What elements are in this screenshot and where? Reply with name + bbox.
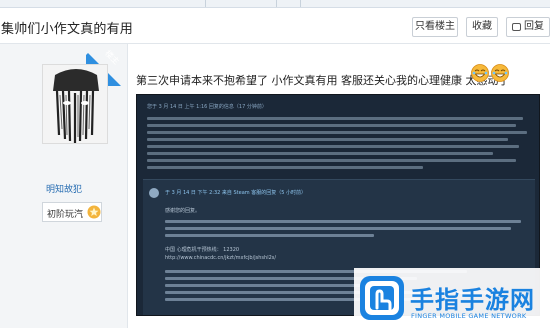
user-level-badge: 初阶玩汽 — [42, 202, 102, 222]
only-op-button[interactable]: 只看楼主 — [412, 17, 458, 37]
support-url-line[interactable]: http://www.chinacdc.cn/jkzt/mxfcjb/jshsh… — [165, 255, 276, 261]
thread-header: 集帅们小作文真的有用 只看楼主 收藏 回复 — [0, 8, 550, 44]
support-reply-greeting: 感谢您的回复。 — [165, 208, 201, 214]
laughing-emoji-icon — [491, 64, 509, 82]
hand-logo-icon — [360, 276, 404, 320]
avatar[interactable] — [42, 64, 108, 144]
steam-logo-icon — [149, 188, 159, 198]
top-tab[interactable] — [300, 0, 360, 7]
top-nav-strip — [0, 0, 550, 8]
avatar-image — [43, 65, 107, 143]
user-info-column: 楼主 明知故犯 初阶玩汽 — [0, 44, 128, 328]
support-reply-paragraph — [165, 220, 525, 241]
watermark-title: 手指手游网 — [410, 286, 535, 314]
ticket-message-header: 您于 3 月 14 日 上午 1:16 回复的信息（17 分钟前） — [147, 104, 267, 110]
reply-button[interactable]: 回复 — [506, 17, 550, 37]
user-name[interactable]: 明知故犯 — [0, 182, 128, 195]
collect-button[interactable]: 收藏 — [466, 17, 498, 37]
support-reply-header: 于 3 月 14 日 下午 2:32 来自 Steam 客服的回复（5 小时前） — [165, 190, 306, 196]
level-title: 初阶玩汽 — [47, 210, 84, 220]
thread-title: 集帅们小作文真的有用 — [1, 22, 134, 37]
laughing-emoji-icon — [471, 64, 489, 82]
reply-button-label: 回复 — [524, 21, 544, 32]
watermark-subtitle: FINGER MOBILE GAME NETWORK — [411, 312, 527, 320]
ticket-message-body — [147, 117, 531, 173]
post-text: 第三次申请本来不抱希望了 小作文真有用 客服还关心我的心理健康 太感动了 — [136, 74, 510, 87]
top-tab[interactable] — [205, 0, 277, 7]
forum-thread-page: 集帅们小作文真的有用 只看楼主 收藏 回复 楼主 明知故犯 初阶玩汽 第三次申请… — [0, 0, 550, 328]
chat-bubble-icon — [512, 23, 521, 31]
support-hotline-line: 中国 心理危机干预热线： 12320 — [165, 247, 240, 253]
site-watermark: 手指手游网 FINGER MOBILE GAME NETWORK — [354, 268, 550, 328]
star-badge-icon — [87, 205, 101, 219]
